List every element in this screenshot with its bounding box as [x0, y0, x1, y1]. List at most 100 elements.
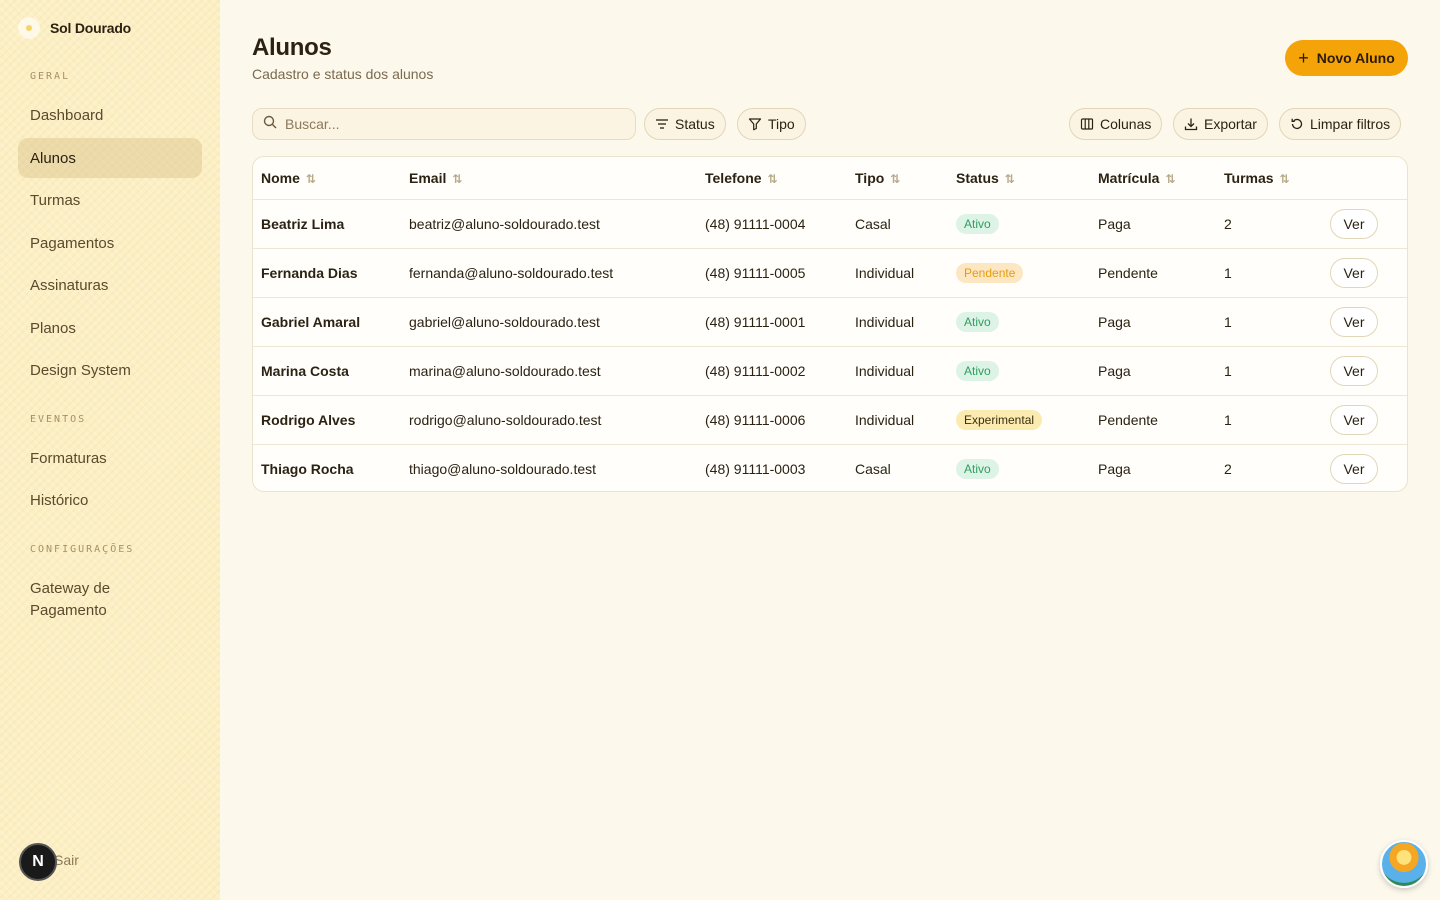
cell-matricula: Paga — [1090, 199, 1216, 249]
cell-tipo: Casal — [847, 199, 948, 249]
column-header-actions — [1322, 157, 1407, 200]
cell-telefone: (48) 91111-0004 — [697, 199, 847, 249]
cell-tipo: Individual — [847, 346, 948, 396]
filter-lines-icon — [656, 119, 668, 129]
cell-status: Pendente — [948, 248, 1090, 298]
column-header-status[interactable]: Status ⇅ — [948, 157, 1090, 200]
clear-filters-button[interactable]: Limpar filtros — [1279, 108, 1402, 140]
new-student-label: Novo Aluno — [1316, 50, 1395, 66]
column-header-turmas[interactable]: Turmas ⇅ — [1216, 157, 1322, 200]
status-badge: Ativo — [956, 213, 999, 234]
cell-status: Ativo — [948, 444, 1090, 491]
sidebar-item-assinaturas[interactable]: Assinaturas — [18, 265, 202, 305]
cell-email: thiago@aluno-soldourado.test — [409, 460, 597, 477]
logout-link[interactable]: Sair — [54, 852, 79, 868]
cell-tipo: Individual — [847, 248, 948, 298]
cell-email: fernanda@aluno-soldourado.test — [401, 248, 697, 298]
status-badge: Pendente — [956, 262, 1024, 283]
table-row: Marina Costa marina@aluno-soldourado.tes… — [253, 346, 1407, 396]
section-label-geral: GERAL — [30, 71, 71, 82]
cell-actions: Ver — [1322, 199, 1407, 249]
page-title: Alunos — [252, 34, 332, 61]
filter-tipo-button[interactable]: Tipo — [737, 108, 806, 140]
page-subtitle: Cadastro e status dos alunos — [252, 66, 434, 82]
sort-icon: ⇅ — [1279, 171, 1290, 186]
cell-status: Ativo — [948, 346, 1090, 396]
sort-icon: ⇅ — [305, 171, 316, 186]
sidebar-item-dashboard[interactable]: Dashboard — [18, 95, 202, 135]
column-header-tipo[interactable]: Tipo ⇅ — [847, 157, 948, 200]
filter-status-button[interactable]: Status — [644, 108, 726, 140]
dev-tools-badge[interactable]: N — [19, 843, 57, 881]
filter-tipo-label: Tipo — [768, 116, 795, 132]
cell-nome: Fernanda Dias — [253, 248, 401, 298]
cell-nome: Gabriel Amaral — [253, 297, 401, 347]
cell-matricula: Paga — [1098, 460, 1131, 477]
export-label: Exportar — [1204, 116, 1257, 132]
table-row: Rodrigo Alves rodrigo@aluno-soldourado.t… — [253, 395, 1407, 445]
sidebar: Sol Dourado GERAL Dashboard Alunos Turma… — [0, 0, 220, 900]
sidebar-item-alunos[interactable]: Alunos — [18, 138, 202, 178]
view-button[interactable]: Ver — [1330, 355, 1378, 386]
view-button[interactable]: Ver — [1330, 306, 1378, 337]
cell-turmas: 1 — [1216, 395, 1322, 445]
sidebar-item-historico[interactable]: Histórico — [18, 480, 202, 520]
cell-status: Experimental — [948, 395, 1090, 445]
cell-tipo: Individual — [847, 297, 948, 347]
cell-nome: Beatriz Lima — [253, 199, 401, 249]
sidebar-item-gateway-pagamento[interactable]: Gateway de Pagamento — [18, 576, 158, 624]
cell-nome: Rodrigo Alves — [253, 395, 401, 445]
cell-matricula: Paga — [1090, 297, 1216, 347]
status-badge: Experimental — [956, 409, 1043, 430]
assistant-avatar[interactable] — [1380, 840, 1428, 888]
funnel-icon — [748, 118, 762, 131]
sort-icon: ⇅ — [1165, 171, 1176, 186]
cell-telefone: (48) 91111-0001 — [697, 297, 847, 347]
view-button[interactable]: Ver — [1330, 453, 1378, 484]
table-row: Gabriel Amaral gabriel@aluno-soldourado.… — [253, 297, 1407, 347]
column-header-telefone[interactable]: Telefone ⇅ — [697, 157, 847, 200]
cell-turmas: 2 — [1224, 460, 1232, 477]
new-student-button[interactable]: + Novo Aluno — [1285, 40, 1408, 76]
cell-turmas: 1 — [1216, 346, 1322, 396]
column-header-nome[interactable]: Nome ⇅ — [253, 157, 401, 200]
cell-telefone: (48) 91111-0003 — [705, 460, 806, 477]
view-button[interactable]: Ver — [1330, 404, 1378, 435]
clear-filters-label: Limpar filtros — [1310, 116, 1391, 132]
cell-nome: Thiago Rocha — [261, 460, 354, 477]
export-button[interactable]: Exportar — [1173, 108, 1268, 140]
cell-actions: Ver — [1322, 297, 1407, 347]
sidebar-item-design-system[interactable]: Design System — [18, 350, 202, 390]
sort-icon: ⇅ — [890, 171, 901, 186]
sun-logo-icon — [18, 17, 40, 39]
cell-matricula: Pendente — [1090, 248, 1216, 298]
brand[interactable]: Sol Dourado — [18, 17, 131, 39]
columns-label: Colunas — [1100, 116, 1152, 132]
cell-turmas: 1 — [1216, 248, 1322, 298]
column-header-email[interactable]: Email ⇅ — [401, 157, 697, 200]
view-button[interactable]: Ver — [1330, 257, 1378, 288]
sidebar-item-formaturas[interactable]: Formaturas — [18, 438, 202, 478]
section-label-configuracoes: CONFIGURAÇÕES — [30, 544, 135, 555]
cell-email: beatriz@aluno-soldourado.test — [401, 199, 697, 249]
search-input[interactable] — [285, 116, 615, 132]
sort-icon: ⇅ — [767, 171, 778, 186]
sidebar-item-turmas[interactable]: Turmas — [18, 180, 202, 220]
cell-matricula: Pendente — [1090, 395, 1216, 445]
cell-turmas: 1 — [1216, 297, 1322, 347]
download-icon — [1184, 118, 1198, 131]
cell-telefone: (48) 91111-0005 — [697, 248, 847, 298]
sidebar-item-pagamentos[interactable]: Pagamentos — [18, 223, 202, 263]
cell-matricula: Paga — [1090, 346, 1216, 396]
sidebar-item-planos[interactable]: Planos — [18, 308, 202, 348]
column-header-matricula[interactable]: Matrícula ⇅ — [1090, 157, 1216, 200]
search-box[interactable] — [252, 108, 636, 140]
cell-tipo: Individual — [847, 395, 948, 445]
columns-button[interactable]: Colunas — [1069, 108, 1163, 140]
view-button[interactable]: Ver — [1330, 208, 1378, 239]
cell-nome: Marina Costa — [253, 346, 401, 396]
cell-email: rodrigo@aluno-soldourado.test — [401, 395, 697, 445]
cell-email: marina@aluno-soldourado.test — [401, 346, 697, 396]
cell-tipo: Casal — [855, 460, 891, 477]
status-badge: Ativo — [956, 458, 999, 479]
